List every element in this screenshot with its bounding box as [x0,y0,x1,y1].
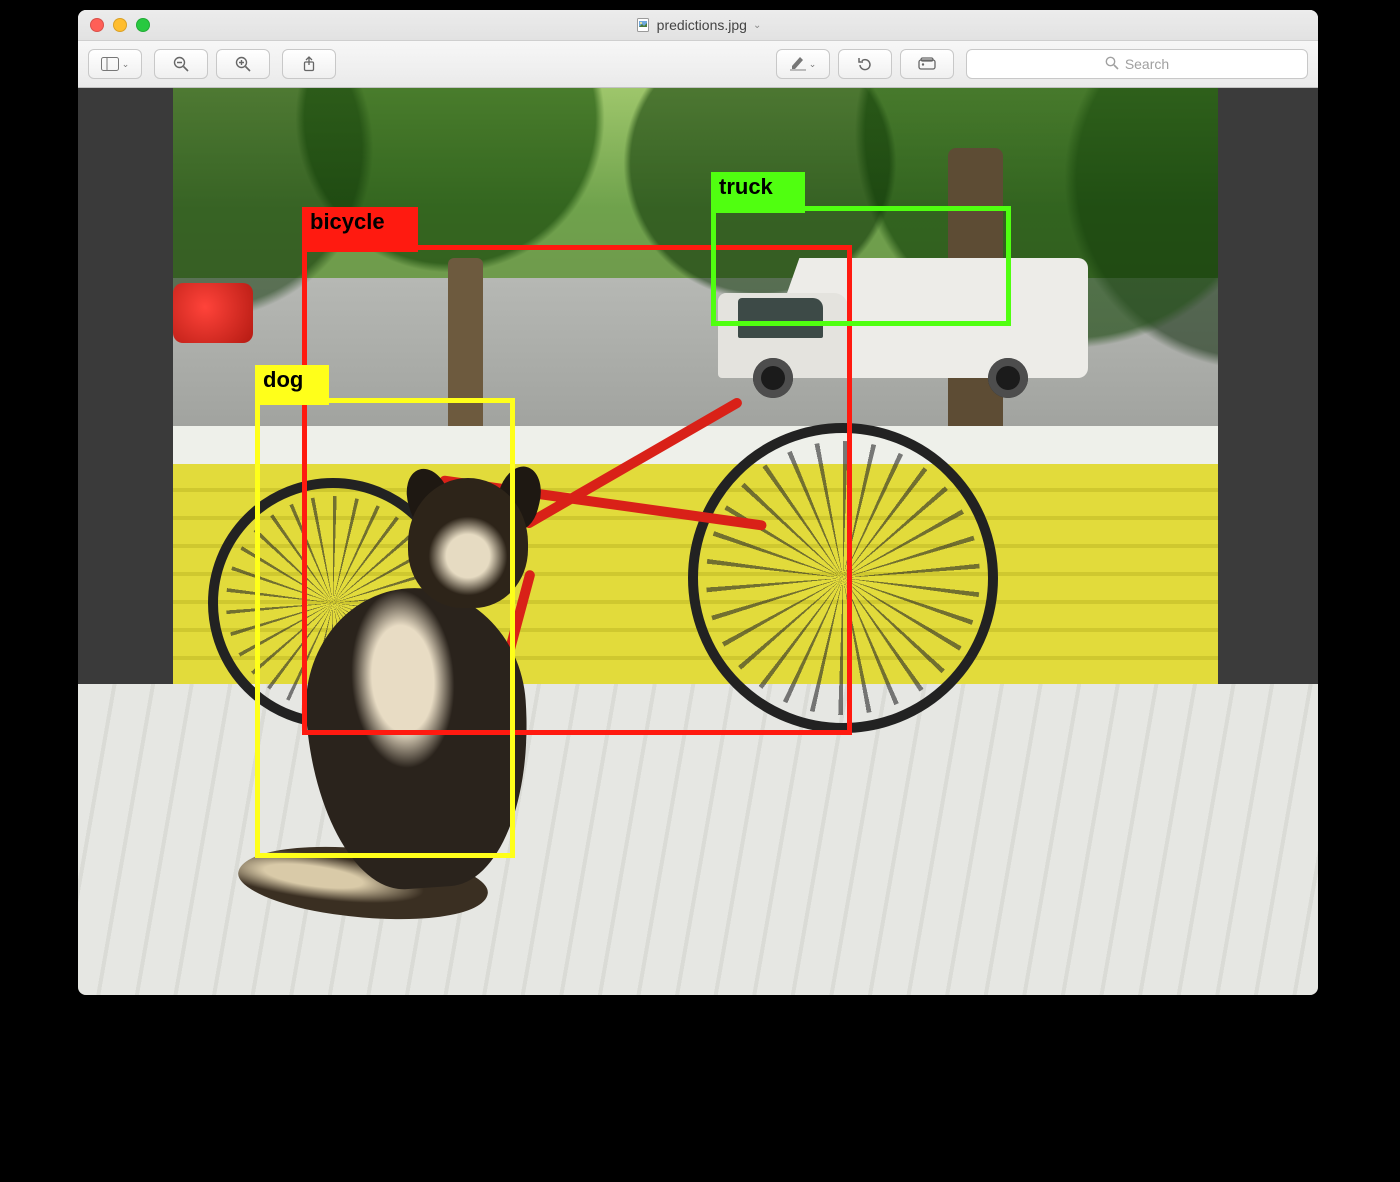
zoom-in-button[interactable] [216,49,270,79]
sidebar-toggle-button[interactable]: ⌄ [88,49,142,79]
window-titlebar: predictions.jpg ⌄ [78,10,1318,41]
share-button[interactable] [282,49,336,79]
minimize-button[interactable] [113,18,127,32]
window-title-text: predictions.jpg [657,17,747,33]
close-button[interactable] [90,18,104,32]
chevron-down-icon: ⌄ [122,59,130,70]
rotate-button[interactable] [838,49,892,79]
chevron-down-icon[interactable]: ⌄ [753,20,761,31]
file-icon [635,17,651,33]
window-controls [78,18,150,32]
search-placeholder: Search [1125,56,1169,72]
window-title: predictions.jpg ⌄ [78,17,1318,33]
image-viewer[interactable]: bicycle truck dog [78,88,1318,995]
detection-box-dog [255,398,515,858]
fullscreen-button[interactable] [136,18,150,32]
toolbar: ⌄ [78,41,1318,88]
search-icon [1105,56,1119,73]
predictions-image: bicycle truck dog [78,88,1318,995]
highlight-button[interactable]: ⌄ [776,49,830,79]
zoom-out-button[interactable] [154,49,208,79]
detection-label-dog: dog [255,365,329,405]
detection-label-truck: truck [711,172,805,213]
detection-box-truck [711,206,1011,326]
detection-label-bicycle: bicycle [302,207,418,252]
search-input[interactable]: Search [966,49,1308,79]
markup-button[interactable] [900,49,954,79]
preview-window: predictions.jpg ⌄ ⌄ [78,10,1318,995]
chevron-down-icon: ⌄ [809,59,817,70]
